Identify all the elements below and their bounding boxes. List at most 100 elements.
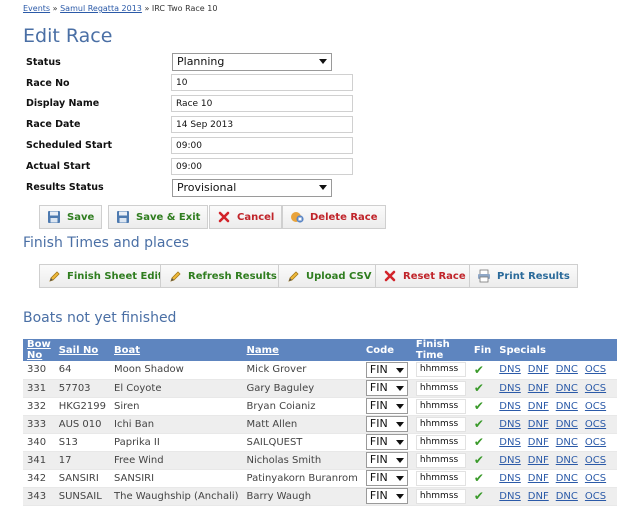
- special-dnc-link[interactable]: DNC: [556, 419, 578, 430]
- finish-time-input[interactable]: hhmmss: [415, 470, 466, 486]
- code-select[interactable]: FIN: [365, 416, 408, 432]
- special-ocs-link[interactable]: OCS: [585, 473, 606, 484]
- special-dnc-link[interactable]: DNC: [556, 364, 578, 375]
- column-header-bow-no[interactable]: Bow No: [23, 339, 55, 361]
- code-select[interactable]: FIN: [365, 398, 408, 414]
- column-header-boat[interactable]: Boat: [110, 339, 243, 361]
- specials-cell: DNS DNF DNC OCS: [495, 397, 618, 416]
- special-ocs-link[interactable]: OCS: [585, 491, 606, 502]
- results-status-select[interactable]: Provisional: [172, 179, 332, 197]
- code-selected-value: FIN: [369, 453, 388, 466]
- bow-no-cell: 340: [23, 433, 55, 452]
- special-dnf-link[interactable]: DNF: [528, 491, 549, 502]
- finish-check-icon[interactable]: ✔: [474, 489, 484, 503]
- status-select[interactable]: Planning: [172, 53, 332, 71]
- bow-no-cell: 331: [23, 379, 55, 398]
- pencil-icon: [168, 269, 182, 283]
- finish-time-input[interactable]: hhmmss: [415, 416, 466, 432]
- finish-check-icon[interactable]: ✔: [474, 453, 484, 467]
- scheduled-start-label: Scheduled Start: [26, 140, 113, 151]
- special-ocs-link[interactable]: OCS: [585, 364, 606, 375]
- fin-cell: ✔: [469, 397, 496, 416]
- refresh-results-button[interactable]: Refresh Results: [160, 264, 285, 288]
- actual-start-field[interactable]: 09:00: [171, 158, 353, 175]
- special-dns-link[interactable]: DNS: [499, 473, 521, 484]
- code-select[interactable]: FIN: [365, 488, 408, 504]
- finish-check-icon[interactable]: ✔: [474, 399, 484, 413]
- special-dns-link[interactable]: DNS: [499, 437, 521, 448]
- finish-time-input[interactable]: hhmmss: [415, 362, 466, 378]
- save-button[interactable]: Save: [39, 205, 103, 229]
- column-header-sail-no[interactable]: Sail No: [54, 339, 111, 361]
- special-dnc-link[interactable]: DNC: [556, 383, 578, 394]
- special-dns-link[interactable]: DNS: [499, 491, 521, 502]
- finish-time-input[interactable]: hhmmss: [415, 380, 466, 396]
- special-dnf-link[interactable]: DNF: [528, 473, 549, 484]
- code-select[interactable]: FIN: [365, 380, 408, 396]
- print-results-button[interactable]: Print Results: [469, 264, 578, 288]
- reset-race-button[interactable]: Reset Race: [375, 264, 474, 288]
- cancel-button[interactable]: Cancel: [209, 205, 283, 229]
- code-select[interactable]: FIN: [365, 434, 408, 450]
- save-exit-button[interactable]: Save & Exit: [108, 205, 209, 229]
- fin-cell: ✔: [469, 433, 496, 452]
- special-dns-link[interactable]: DNS: [499, 455, 521, 466]
- special-dnf-link[interactable]: DNF: [528, 401, 549, 412]
- finish-check-icon[interactable]: ✔: [474, 471, 484, 485]
- special-dns-link[interactable]: DNS: [499, 383, 521, 394]
- special-dnc-link[interactable]: DNC: [556, 401, 578, 412]
- finish-check-icon[interactable]: ✔: [474, 417, 484, 431]
- finish-time-input[interactable]: hhmmss: [415, 452, 466, 468]
- delete-race-button[interactable]: Delete Race: [282, 205, 386, 229]
- breadcrumb-link-events[interactable]: Events: [23, 4, 50, 13]
- special-dnf-link[interactable]: DNF: [528, 455, 549, 466]
- pencil-icon: [286, 269, 300, 283]
- special-ocs-link[interactable]: OCS: [585, 437, 606, 448]
- special-dnf-link[interactable]: DNF: [528, 437, 549, 448]
- floppy-disk-icon: [47, 210, 61, 224]
- save-button-label: Save: [67, 211, 95, 223]
- finish-check-icon[interactable]: ✔: [474, 435, 484, 449]
- chevron-down-icon: [319, 59, 327, 64]
- finish-time-input[interactable]: hhmmss: [415, 398, 466, 414]
- display-name-field[interactable]: Race 10: [171, 95, 353, 112]
- special-ocs-link[interactable]: OCS: [585, 455, 606, 466]
- code-selected-value: FIN: [369, 399, 388, 412]
- table-row: 342 SANSIRI SANSIRI Patinyakorn Buranrom FIN…: [23, 469, 618, 488]
- special-dns-link[interactable]: DNS: [499, 364, 521, 375]
- special-dnf-link[interactable]: DNF: [528, 364, 549, 375]
- special-ocs-link[interactable]: OCS: [585, 401, 606, 412]
- special-dns-link[interactable]: DNS: [499, 419, 521, 430]
- special-dnf-link[interactable]: DNF: [528, 419, 549, 430]
- race-no-field[interactable]: 10: [171, 74, 353, 91]
- status-label: Status: [26, 57, 61, 68]
- special-dnf-link[interactable]: DNF: [528, 383, 549, 394]
- column-header-name[interactable]: Name: [242, 339, 362, 361]
- boat-cell: The Waughship (Anchali): [110, 487, 243, 506]
- upload-csv-button[interactable]: Upload CSV: [278, 264, 380, 288]
- code-select[interactable]: FIN: [365, 470, 408, 486]
- special-ocs-link[interactable]: OCS: [585, 419, 606, 430]
- code-select[interactable]: FIN: [365, 452, 408, 468]
- code-select[interactable]: FIN: [365, 361, 408, 378]
- special-dnc-link[interactable]: DNC: [556, 437, 578, 448]
- finish-check-icon[interactable]: ✔: [474, 381, 484, 395]
- breadcrumb-link-regatta[interactable]: Samul Regatta 2013: [60, 4, 142, 13]
- race-date-field[interactable]: 14 Sep 2013: [171, 116, 353, 133]
- finish-check-icon[interactable]: ✔: [474, 363, 484, 377]
- finish-sheet-edit-button[interactable]: Finish Sheet Edit: [39, 264, 171, 288]
- race-no-label: Race No: [26, 78, 70, 89]
- special-dnc-link[interactable]: DNC: [556, 491, 578, 502]
- fin-cell: ✔: [469, 451, 496, 470]
- special-dnc-link[interactable]: DNC: [556, 455, 578, 466]
- special-ocs-link[interactable]: OCS: [585, 383, 606, 394]
- special-dnc-link[interactable]: DNC: [556, 473, 578, 484]
- special-dns-link[interactable]: DNS: [499, 401, 521, 412]
- code-cell: FIN: [361, 451, 412, 470]
- printer-icon: [477, 269, 491, 283]
- reset-race-label: Reset Race: [403, 270, 466, 282]
- boat-cell: Paprika II: [110, 433, 243, 452]
- scheduled-start-field[interactable]: 09:00: [171, 137, 353, 154]
- finish-time-input[interactable]: hhmmss: [415, 434, 466, 450]
- finish-time-input[interactable]: hhmmss: [415, 488, 466, 504]
